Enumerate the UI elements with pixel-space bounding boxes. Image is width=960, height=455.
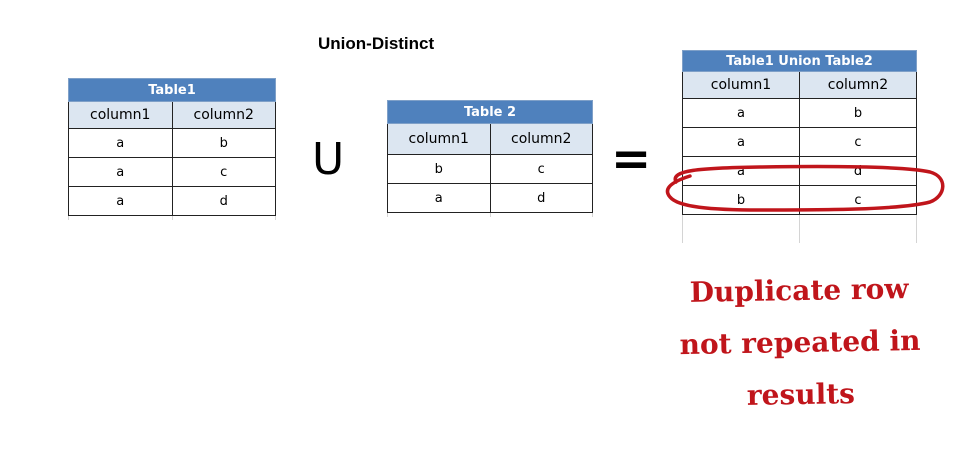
duplicate-note-line: Duplicate row xyxy=(689,272,909,309)
result-column-header: column1 xyxy=(682,71,800,99)
table-row: a b xyxy=(68,128,276,158)
table2-cell: d xyxy=(489,183,593,213)
table2-cell: b xyxy=(387,154,491,184)
diagram-title: Union-Distinct xyxy=(318,34,435,53)
table1-cell: b xyxy=(171,128,276,158)
table-row: a d xyxy=(387,183,593,213)
result-cell: b xyxy=(682,185,800,215)
table-row: b c xyxy=(682,185,917,215)
duplicate-note: Duplicate row not repeated in results xyxy=(649,262,952,423)
table2: Table 2 column1 column2 b c a d xyxy=(387,100,593,217)
table-row: a c xyxy=(68,157,276,187)
table1-cell: a xyxy=(68,128,173,158)
result-cell: d xyxy=(799,156,917,186)
table-row: a b xyxy=(682,98,917,128)
result-cell: c xyxy=(799,185,917,215)
table2-title: Table 2 xyxy=(387,100,593,124)
result-cell: a xyxy=(682,127,800,157)
table1-title: Table1 xyxy=(68,78,276,102)
result-table: Table1 Union Table2 column1 column2 a b … xyxy=(682,50,917,243)
result-cell: c xyxy=(799,127,917,157)
union-operator: U xyxy=(312,134,345,185)
table1-cell: d xyxy=(171,186,276,216)
table1-cell: a xyxy=(68,186,173,216)
table-row: a c xyxy=(682,127,917,157)
table2-cell: c xyxy=(489,154,593,184)
table1-column-header: column1 xyxy=(68,101,173,129)
duplicate-note-line: not repeated in xyxy=(679,323,921,362)
table1: Table1 column1 column2 a b a c a d xyxy=(68,78,276,220)
equals-operator: = xyxy=(611,131,652,187)
table2-column-header: column2 xyxy=(489,123,593,155)
duplicate-note-line: results xyxy=(746,377,856,412)
table1-column-header: column2 xyxy=(171,101,276,129)
table1-cell: a xyxy=(68,157,173,187)
table2-cell: a xyxy=(387,183,491,213)
table-row: b c xyxy=(387,154,593,184)
result-cell: a xyxy=(682,156,800,186)
result-column-header: column2 xyxy=(799,71,917,99)
result-cell: a xyxy=(682,98,800,128)
result-cell: b xyxy=(799,98,917,128)
table-row: a d xyxy=(682,156,917,186)
table2-column-header: column1 xyxy=(387,123,491,155)
table-row: a d xyxy=(68,186,276,216)
result-table-title: Table1 Union Table2 xyxy=(682,50,917,72)
table1-cell: c xyxy=(171,157,276,187)
